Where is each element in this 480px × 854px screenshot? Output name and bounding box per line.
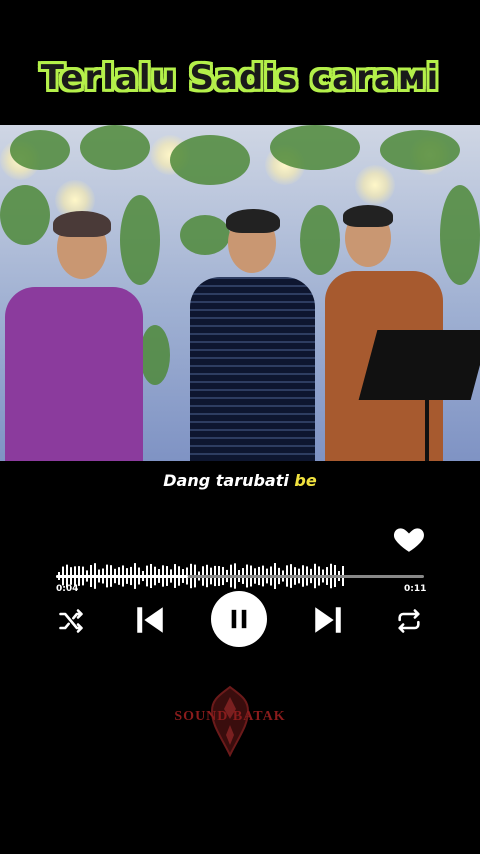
watermark-logo: SOUND BATAK <box>168 685 292 758</box>
watermark-text: SOUND BATAK <box>174 709 286 724</box>
song-title: Terlalu Sadis caraмi <box>40 58 440 98</box>
current-time: 0:04 <box>56 584 79 594</box>
pause-icon <box>231 609 247 629</box>
skip-next-icon <box>315 607 341 633</box>
lyrics-line: Dang tarubati be <box>0 471 480 490</box>
lyrics-highlight: be <box>294 471 317 490</box>
repeat-button[interactable] <box>394 606 424 636</box>
total-time: 0:11 <box>404 584 427 594</box>
music-stand <box>358 330 480 400</box>
video-frame[interactable] <box>0 125 480 461</box>
progress-fill <box>56 575 189 578</box>
shuffle-button[interactable] <box>56 606 86 636</box>
singer-left <box>5 205 145 461</box>
singer-middle <box>190 207 320 461</box>
next-button[interactable] <box>310 602 346 638</box>
skip-previous-icon <box>137 607 163 633</box>
previous-button[interactable] <box>132 602 168 638</box>
repeat-icon <box>398 609 420 633</box>
pause-button[interactable] <box>211 591 267 647</box>
shuffle-icon <box>59 609 83 633</box>
heart-icon <box>394 528 424 552</box>
lyrics-text: Dang tarubati <box>163 471 295 490</box>
like-button[interactable] <box>392 522 426 556</box>
